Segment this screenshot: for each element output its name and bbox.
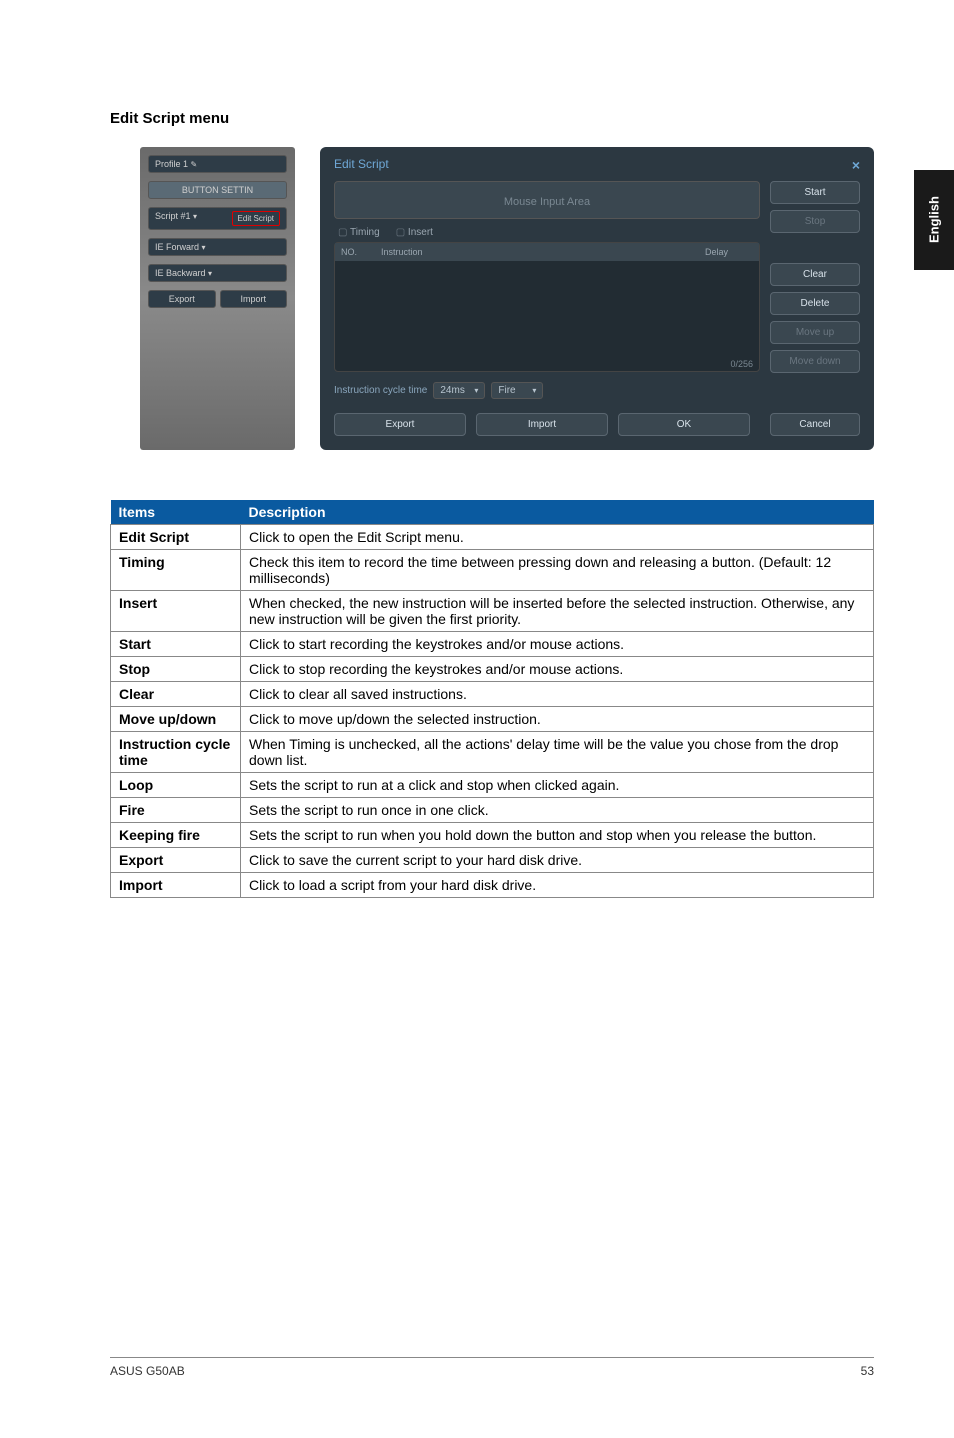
fire-mode-value: Fire <box>498 385 515 396</box>
profile-panel: Profile 1 ✎ BUTTON SETTIN Script #1 ▾ Ed… <box>140 147 295 450</box>
table-item: Insert <box>111 591 241 632</box>
table-row: InsertWhen checked, the new instruction … <box>111 591 874 632</box>
table-desc: Check this item to record the time betwe… <box>241 550 874 591</box>
table-row: ExportClick to save the current script t… <box>111 848 874 873</box>
table-desc: Click to move up/down the selected instr… <box>241 707 874 732</box>
table-item: Edit Script <box>111 525 241 550</box>
table-desc: Click to open the Edit Script menu. <box>241 525 874 550</box>
insert-checkbox[interactable]: Insert <box>396 227 433 238</box>
table-row: Edit ScriptClick to open the Edit Script… <box>111 525 874 550</box>
instruction-list[interactable]: NO. Instruction Delay 0/256 <box>334 242 760 372</box>
left-export-button[interactable]: Export <box>148 290 216 308</box>
table-item: Fire <box>111 798 241 823</box>
window-title: Edit Script <box>334 157 389 173</box>
clear-button[interactable]: Clear <box>770 263 860 286</box>
fire-mode-select[interactable]: Fire ▾ <box>491 382 543 399</box>
table-item: Import <box>111 873 241 898</box>
table-row: Instruction cycle timeWhen Timing is unc… <box>111 732 874 773</box>
cycle-time-select[interactable]: 24ms ▾ <box>433 382 485 399</box>
col-delay: Delay <box>699 245 759 259</box>
left-import-button[interactable]: Import <box>220 290 288 308</box>
table-header-items: Items <box>111 500 241 525</box>
timing-checkbox[interactable]: Timing <box>338 227 380 238</box>
table-row: Keeping fireSets the script to run when … <box>111 823 874 848</box>
table-item: Start <box>111 632 241 657</box>
table-item: Keeping fire <box>111 823 241 848</box>
button-settin-tab[interactable]: BUTTON SETTIN <box>148 181 287 199</box>
table-item: Export <box>111 848 241 873</box>
stop-button[interactable]: Stop <box>770 210 860 233</box>
table-item: Loop <box>111 773 241 798</box>
table-item: Move up/down <box>111 707 241 732</box>
chevron-down-icon: ▾ <box>474 386 478 395</box>
footer-model: ASUS G50AB <box>110 1364 185 1378</box>
cycle-time-label: Instruction cycle time <box>334 385 427 396</box>
table-desc: Sets the script to run at a click and st… <box>241 773 874 798</box>
table-desc: When checked, the new instruction will b… <box>241 591 874 632</box>
table-desc: Click to stop recording the keystrokes a… <box>241 657 874 682</box>
footer-page-number: 53 <box>861 1364 874 1378</box>
table-row: ClearClick to clear all saved instructio… <box>111 682 874 707</box>
cancel-button[interactable]: Cancel <box>770 413 860 436</box>
script-label: Script #1 <box>155 211 191 221</box>
table-item: Instruction cycle time <box>111 732 241 773</box>
table-row: TimingCheck this item to record the time… <box>111 550 874 591</box>
chevron-down-icon: ▾ <box>532 386 536 395</box>
table-item: Clear <box>111 682 241 707</box>
table-desc: Click to clear all saved instructions. <box>241 682 874 707</box>
ie-forward-label: IE Forward <box>155 242 199 252</box>
ie-backward-label: IE Backward <box>155 268 206 278</box>
cycle-time-value: 24ms <box>440 385 464 396</box>
table-row: StartClick to start recording the keystr… <box>111 632 874 657</box>
table-row: Move up/downClick to move up/down the se… <box>111 707 874 732</box>
move-down-button[interactable]: Move down <box>770 350 860 373</box>
table-row: FireSets the script to run once in one c… <box>111 798 874 823</box>
mouse-input-area[interactable]: Mouse Input Area <box>334 181 760 219</box>
section-heading: Edit Script menu <box>110 110 874 127</box>
ok-button[interactable]: OK <box>618 413 750 436</box>
script-selector[interactable]: Script #1 ▾ Edit Script <box>148 207 287 230</box>
language-tab: English <box>914 170 954 270</box>
col-no: NO. <box>335 245 375 259</box>
import-button[interactable]: Import <box>476 413 608 436</box>
table-header-description: Description <box>241 500 874 525</box>
edit-script-button-highlight[interactable]: Edit Script <box>232 211 280 226</box>
table-row: ImportClick to load a script from your h… <box>111 873 874 898</box>
table-item: Stop <box>111 657 241 682</box>
table-row: LoopSets the script to run at a click an… <box>111 773 874 798</box>
export-button[interactable]: Export <box>334 413 466 436</box>
table-item: Timing <box>111 550 241 591</box>
table-desc: Click to save the current script to your… <box>241 848 874 873</box>
edit-script-window: Edit Script × Mouse Input Area Timing In… <box>320 147 874 450</box>
table-desc: When Timing is unchecked, all the action… <box>241 732 874 773</box>
instruction-counter: 0/256 <box>730 359 753 369</box>
col-instruction: Instruction <box>375 245 699 259</box>
chevron-down-icon: ▾ <box>193 212 197 221</box>
start-button[interactable]: Start <box>770 181 860 204</box>
close-icon[interactable]: × <box>852 157 860 173</box>
move-up-button[interactable]: Move up <box>770 321 860 344</box>
chevron-down-icon: ▾ <box>208 269 212 278</box>
pencil-icon: ✎ <box>191 160 198 169</box>
figure-row: Profile 1 ✎ BUTTON SETTIN Script #1 ▾ Ed… <box>140 147 874 450</box>
chevron-down-icon: ▾ <box>202 243 206 252</box>
delete-button[interactable]: Delete <box>770 292 860 315</box>
table-desc: Sets the script to run once in one click… <box>241 798 874 823</box>
description-table: Items Description Edit ScriptClick to op… <box>110 500 874 898</box>
ie-forward-selector[interactable]: IE Forward ▾ <box>148 238 287 256</box>
ie-backward-selector[interactable]: IE Backward ▾ <box>148 264 287 282</box>
profile-selector[interactable]: Profile 1 ✎ <box>148 155 287 173</box>
page-footer: ASUS G50AB 53 <box>110 1357 874 1378</box>
table-row: StopClick to stop recording the keystrok… <box>111 657 874 682</box>
table-desc: Click to start recording the keystrokes … <box>241 632 874 657</box>
profile-label: Profile 1 <box>155 159 188 169</box>
table-desc: Sets the script to run when you hold dow… <box>241 823 874 848</box>
table-desc: Click to load a script from your hard di… <box>241 873 874 898</box>
